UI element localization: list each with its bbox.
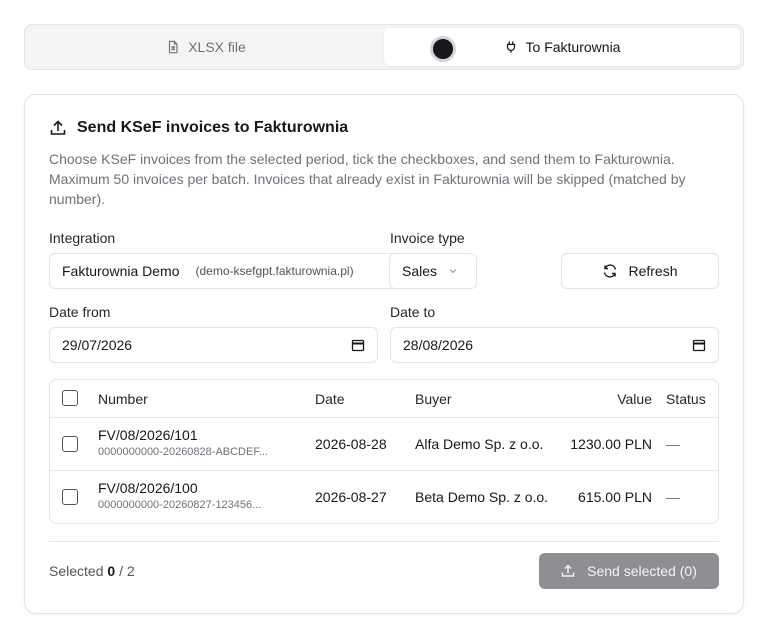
table-header: Number Date Buyer Value Status [50, 380, 718, 418]
selected-total: 2 [126, 563, 135, 579]
selected-counter: Selected 0 / 2 [49, 563, 135, 579]
file-spreadsheet-icon [169, 40, 178, 54]
integration-value: Fakturownia Demo [62, 263, 180, 279]
tab-xlsx-file[interactable]: XLSX file [28, 28, 384, 66]
row-checkbox[interactable] [62, 436, 78, 452]
date-to-value: 28/08/2026 [403, 337, 474, 353]
invoice-buyer: Beta Demo Sp. z o.o. [415, 489, 549, 505]
send-selected-label: Send selected (0) [587, 563, 697, 579]
pointer-dot [430, 36, 456, 62]
send-selected-button[interactable]: Send selected (0) [539, 553, 719, 589]
card-title-text: Send KSeF invoices to Fakturownia [77, 119, 349, 136]
upload-icon [50, 120, 66, 135]
column-status: Status [666, 391, 706, 407]
select-all-checkbox[interactable] [62, 390, 78, 406]
invoice-type-value: Sales [402, 263, 438, 279]
card-description: Choose KSeF invoices from the selected p… [49, 151, 686, 207]
upload-icon [561, 564, 575, 577]
invoice-number-text: FV/08/2026/101 [98, 427, 198, 443]
tab-label: XLSX file [188, 39, 246, 55]
invoice-date: 2026-08-27 [315, 489, 387, 505]
invoice-number: FV/08/2026/101 0000000000-20260828-ABCDE… [98, 427, 298, 458]
table-row[interactable]: FV/08/2026/100 0000000000-20260827-12345… [50, 471, 718, 523]
card-title: Send KSeF invoices to Fakturownia [49, 119, 348, 137]
tab-label: To Fakturownia [525, 39, 621, 55]
table-row[interactable]: FV/08/2026/101 0000000000-20260828-ABCDE… [50, 418, 718, 471]
calendar-icon[interactable] [692, 338, 706, 352]
invoice-value: 615.00 PLN [578, 489, 652, 505]
date-from-label: Date from [49, 304, 111, 320]
column-number: Number [98, 391, 148, 407]
invoice-value: 1230.00 PLN [570, 436, 652, 452]
mode-tabs: XLSX file To Fakturownia [24, 24, 744, 70]
plug-icon [506, 41, 515, 53]
invoices-table: Number Date Buyer Value Status FV/08/202… [49, 379, 719, 524]
ksef-number: 0000000000-20260828-ABCDEF... [98, 446, 269, 458]
invoice-status: — [666, 436, 680, 452]
date-to-label: Date to [390, 304, 436, 320]
column-value: Value [617, 391, 652, 407]
integration-label: Integration [49, 230, 116, 246]
footer-divider [49, 541, 719, 542]
column-buyer: Buyer [415, 391, 452, 407]
selected-prefix: Selected [49, 563, 104, 579]
column-date: Date [315, 391, 345, 407]
ksef-number: 0000000000-20260827-123456... [98, 499, 262, 511]
send-invoices-card: Send KSeF invoices to Fakturownia Choose… [24, 94, 744, 614]
selected-count: 0 [107, 563, 116, 579]
integration-domain: (demo-ksefgpt.fakturownia.pl) [195, 264, 354, 278]
selected-separator: / [119, 563, 123, 579]
date-from-input[interactable]: 29/07/2026 [49, 327, 378, 363]
chevron-down-icon [449, 269, 457, 274]
row-checkbox[interactable] [62, 489, 78, 505]
invoice-buyer: Alfa Demo Sp. z o.o. [415, 436, 544, 452]
date-from-value: 29/07/2026 [62, 337, 133, 353]
refresh-button[interactable]: Refresh [561, 253, 719, 289]
invoice-number: FV/08/2026/100 0000000000-20260827-12345… [98, 480, 298, 511]
invoice-status: — [666, 489, 680, 505]
invoice-number-text: FV/08/2026/100 [98, 480, 198, 496]
invoice-type-select[interactable]: Sales [389, 253, 477, 289]
invoice-date: 2026-08-28 [315, 436, 387, 452]
refresh-icon [604, 264, 617, 278]
tab-to-fakturownia[interactable]: To Fakturownia [384, 28, 740, 66]
integration-select[interactable]: Fakturownia Demo (demo-ksefgpt.fakturown… [49, 253, 401, 289]
date-to-input[interactable]: 28/08/2026 [390, 327, 719, 363]
invoice-type-label: Invoice type [390, 230, 465, 246]
calendar-icon[interactable] [351, 338, 365, 352]
refresh-label: Refresh [628, 263, 678, 279]
